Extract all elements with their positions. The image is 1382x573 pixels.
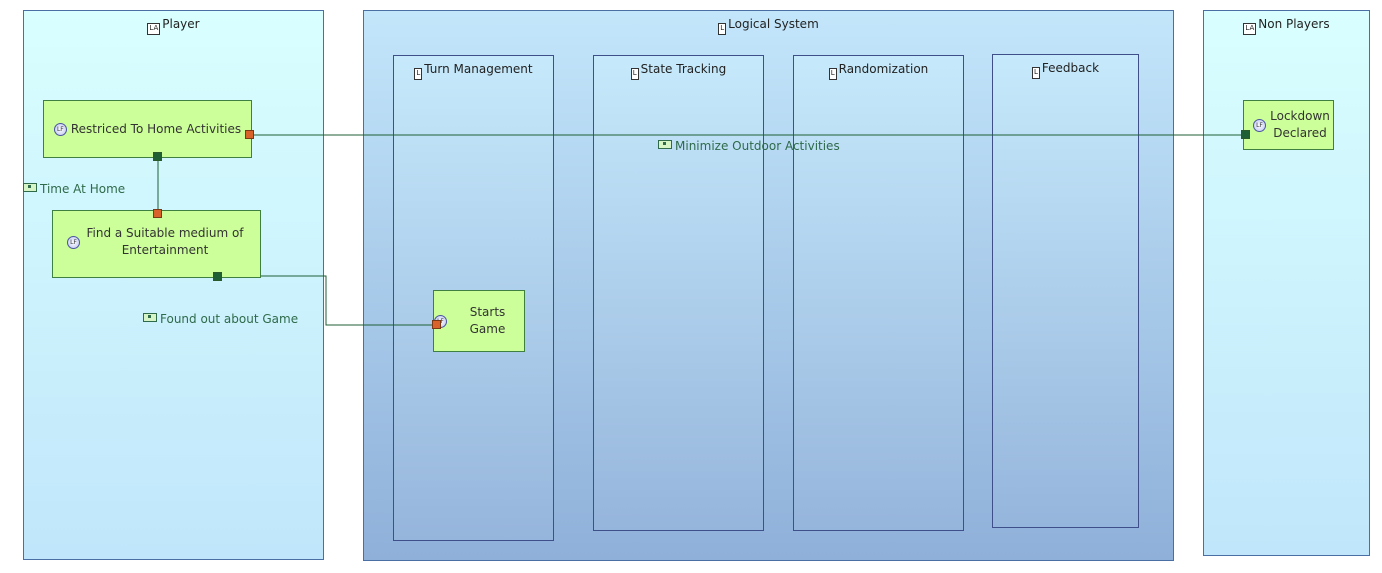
function-lockdown[interactable]: LF Lockdown Declared bbox=[1243, 100, 1334, 150]
function-label: Lockdown Declared bbox=[1270, 109, 1330, 140]
exchange-minimize-outdoor[interactable]: Minimize Outdoor Activities bbox=[658, 139, 840, 153]
output-port[interactable] bbox=[213, 272, 222, 281]
functional-exchange-links bbox=[157, 134, 1243, 326]
function-label: Find a Suitable medium of Entertainment bbox=[86, 226, 244, 257]
exchange-label: Found out about Game bbox=[160, 312, 299, 326]
function-label: Restriced To Home Activities bbox=[70, 121, 242, 136]
function-starts-game[interactable]: LF Starts Game bbox=[433, 290, 525, 352]
functional-exchange-icon bbox=[658, 140, 672, 149]
output-port[interactable] bbox=[1241, 130, 1250, 139]
logical-function-icon: LF bbox=[1253, 118, 1266, 132]
exchange-time-at-home[interactable]: Time At Home bbox=[23, 182, 125, 196]
input-port[interactable] bbox=[153, 209, 162, 218]
functional-exchange-icon bbox=[23, 183, 37, 192]
exchange-found-out-game[interactable]: Found out about Game bbox=[143, 312, 298, 326]
function-restricted-home[interactable]: LF Restriced To Home Activities bbox=[43, 100, 252, 158]
exchange-label: Time At Home bbox=[40, 182, 126, 196]
exchange-label: Minimize Outdoor Activities bbox=[675, 139, 840, 153]
function-label: Starts Game bbox=[469, 305, 506, 336]
function-find-medium[interactable]: LF Find a Suitable medium of Entertainme… bbox=[52, 210, 261, 278]
functional-exchange-icon bbox=[143, 313, 157, 322]
output-port[interactable] bbox=[153, 152, 162, 161]
logical-function-icon: LF bbox=[67, 235, 80, 249]
input-port[interactable] bbox=[432, 320, 441, 329]
input-port[interactable] bbox=[245, 130, 254, 139]
logical-function-icon: LF bbox=[53, 122, 67, 136]
